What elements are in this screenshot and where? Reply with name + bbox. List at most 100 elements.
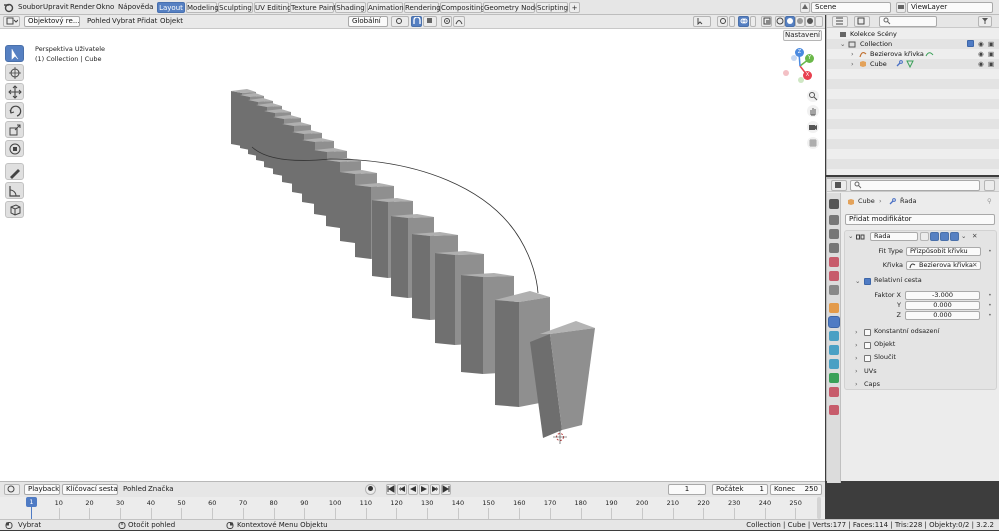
expand-chevron-right-icon[interactable]: › [855,380,858,389]
proportional-falloff-icon[interactable] [453,16,465,27]
camera-render-icon[interactable]: ▣ [988,49,994,59]
editor-type-button[interactable] [3,16,20,27]
output-tab-icon[interactable] [829,229,839,239]
object-offset-checkbox[interactable] [864,342,871,349]
outliner-editor-type-icon[interactable] [832,16,848,27]
workspace-tab-modeling[interactable]: Modeling [186,2,219,13]
collapse-chevron-down-icon[interactable]: ⌄ [855,277,860,286]
workspace-tab-animation[interactable]: Animation [367,2,404,13]
gizmos-dropdown-chevron-down-icon[interactable] [729,16,735,27]
scene-icon[interactable] [800,2,810,13]
eye-icon[interactable]: ◉ [978,59,984,69]
remove-modifier-close-icon[interactable]: ✕ [972,232,977,241]
keyframe-dot-icon[interactable]: • [988,311,992,320]
expand-chevron-right-icon[interactable]: › [855,328,858,337]
outliner-row-cube[interactable]: › Cube ◉ ▣ [827,59,999,69]
workspace-tab-rendering[interactable]: Rendering [404,2,441,13]
shading-rendered-icon[interactable] [805,16,815,27]
outliner-search-input[interactable] [879,16,937,27]
texture-tab-icon[interactable] [829,405,839,415]
view-layer-icon[interactable] [896,2,906,13]
snap-target-icon[interactable] [423,16,437,27]
factor-y-input[interactable]: 0.000 [905,301,980,310]
xray-toggle-icon[interactable] [761,16,772,27]
display-mode-icon[interactable] [854,16,870,27]
viewport-gizmos-icon[interactable] [717,16,728,27]
fit-type-dropdown[interactable]: Přizpůsobit křivku [906,247,981,256]
scene-tab-icon[interactable] [829,257,839,267]
scene-selector[interactable]: Scene [811,2,891,13]
shading-dropdown-chevron-down-icon[interactable] [815,16,823,27]
visibility-selectability-icon[interactable] [693,16,711,27]
keyframe-dot-icon[interactable]: • [988,291,992,300]
expand-chevron-right-icon[interactable]: › [851,49,854,59]
view-layer-selector[interactable]: ViewLayer [907,2,993,13]
workspace-tab-uv-editing[interactable]: UV Editing [254,2,292,13]
constraints-tab-icon[interactable] [829,359,839,369]
world-tab-icon[interactable] [829,271,839,281]
camera-render-icon[interactable]: ▣ [988,39,994,49]
workspace-tab-sculpting[interactable]: Sculpting [218,2,253,13]
keyframe-dot-icon[interactable]: • [988,247,992,256]
edit-mode-toggle-icon[interactable] [920,232,929,241]
view-layer-tab-icon[interactable] [829,243,839,253]
playhead-frame-indicator[interactable]: 1 [26,497,37,507]
render-tab-icon[interactable] [829,215,839,225]
relative-offset-checkbox[interactable] [864,278,871,285]
viewport-menu-object[interactable]: Objekt [157,16,186,27]
eye-icon[interactable]: ◉ [978,39,984,49]
workspace-tab-scripting[interactable]: Scripting [536,2,568,13]
timeline-scrollbar[interactable] [817,497,821,519]
expand-chevron-right-icon[interactable]: › [855,367,858,376]
data-tab-icon[interactable] [829,373,839,383]
render-toggle-icon[interactable] [950,232,959,241]
collection-tab-icon[interactable] [829,285,839,295]
overlays-icon[interactable] [738,16,749,27]
factor-x-input[interactable]: -3.000 [905,291,980,300]
properties-editor-type-icon[interactable] [831,180,847,191]
collapse-chevron-down-icon[interactable]: ⌄ [848,232,853,241]
eye-icon[interactable]: ◉ [978,49,984,59]
tool-tab-icon[interactable] [829,199,839,209]
pivot-point-icon[interactable] [391,16,409,27]
interaction-mode-dropdown[interactable]: Objektový re... [24,16,80,27]
expand-chevron-right-icon[interactable]: › [855,354,858,363]
curve-object-field[interactable]: Bezierova křivka [906,261,981,270]
expand-chevron-right-icon[interactable]: › [855,341,858,350]
menu-help[interactable]: Nápověda [115,2,156,13]
physics-tab-icon[interactable] [829,345,839,355]
workspace-tab-texture-paint[interactable]: Texture Paint [290,2,336,13]
modifier-menu-chevron-down-icon[interactable]: ⌄ [961,232,966,241]
proportional-edit-icon[interactable] [441,16,452,27]
workspace-tab-compositing[interactable]: Compositing [440,2,485,13]
camera-render-icon[interactable]: ▣ [988,59,994,69]
caps-section-label[interactable]: Caps [864,380,880,389]
object-tab-icon[interactable] [829,303,839,313]
particles-tab-icon[interactable] [829,331,839,341]
shading-wireframe-icon[interactable] [775,16,785,27]
merge-checkbox[interactable] [864,355,871,362]
cage-toggle-icon[interactable] [930,232,939,241]
material-tab-icon[interactable] [829,387,839,397]
workspace-tab-layout[interactable]: Layout [157,2,185,13]
shading-solid-icon[interactable] [785,16,795,27]
outliner-row-scene-collection[interactable]: Kolekce Scény [827,29,999,39]
viewport-toggle-icon[interactable] [940,232,949,241]
menu-window[interactable]: Okno [93,2,117,13]
outliner-row-collection[interactable]: ⌄ Collection ◉ ▣ [827,39,999,49]
expand-chevron-right-icon[interactable]: › [851,59,854,69]
blender-logo-icon[interactable] [3,2,14,13]
modifier-name-input[interactable]: Řada [870,232,918,241]
add-modifier-dropdown[interactable]: Přidat modifikátor [845,214,995,225]
collection-include-checkbox[interactable] [967,40,974,47]
add-workspace-button[interactable]: + [569,2,580,13]
expand-chevron-icon[interactable]: ⌄ [840,39,845,49]
overlays-dropdown-chevron-down-icon[interactable] [750,16,756,27]
properties-search-input[interactable] [850,180,980,191]
uvs-section-label[interactable]: UVs [864,367,877,376]
pin-icon[interactable]: ⚲ [987,197,992,206]
properties-options-chevron-down-icon[interactable] [984,180,995,191]
snap-toggle-icon[interactable] [411,16,422,27]
keyframe-dot-icon[interactable]: • [988,301,992,310]
constant-offset-checkbox[interactable] [864,329,871,336]
